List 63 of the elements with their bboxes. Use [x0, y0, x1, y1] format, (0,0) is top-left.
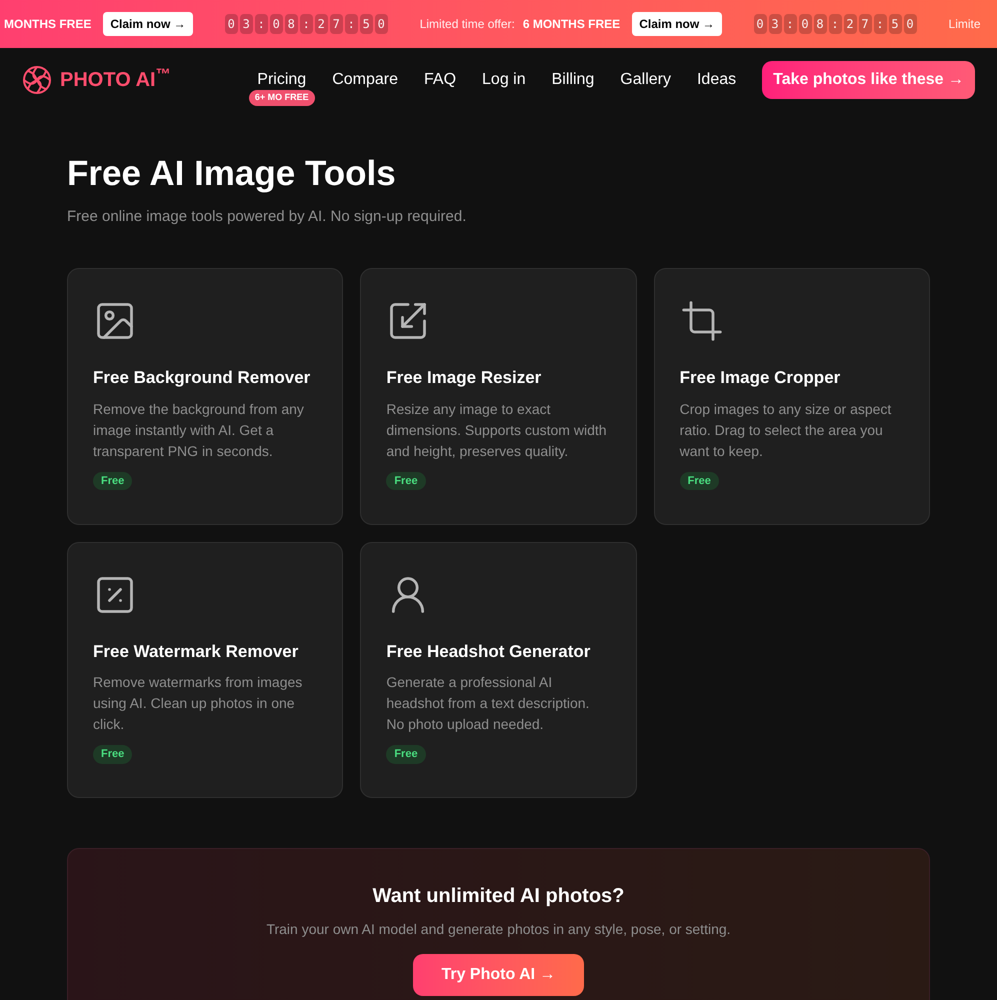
nav-link[interactable]: Gallery: [620, 68, 671, 92]
countdown-digit: 5: [888, 14, 902, 34]
tool-card[interactable]: Free Image Cropper Crop images to any size or aspect ratio. Drag to select the area you want to keep. Free: [654, 268, 930, 525]
countdown-digit: 8: [284, 14, 298, 34]
offer-value: 6 MONTHS FREE: [522, 16, 620, 33]
countdown-digit: 0: [374, 14, 388, 34]
countdown-digit: 2: [844, 14, 857, 34]
countdown-digit: 7: [858, 14, 872, 34]
countdown-digit: 0: [798, 14, 812, 34]
countdown-digit: :: [344, 14, 358, 34]
tool-description: Remove watermarks from images using AI. Clean up photos in one click.: [93, 673, 304, 734]
countdown-digit: 3: [240, 14, 253, 34]
tool-card[interactable]: Free Image Resizer Resize any image to exact dimensions. Supports custom width and height, preserves quality. Free: [360, 268, 637, 525]
crop-icon: [680, 299, 724, 344]
countdown-digit: 7: [330, 14, 343, 34]
countdown-digit: 2: [314, 14, 328, 34]
nav-link[interactable]: FAQ: [424, 68, 456, 92]
logo-text: PHOTO AI$^{™}$: [60, 65, 171, 93]
free-badge: Free: [680, 472, 719, 490]
cta-text: Train your own AI model and generate photos in any style, pose, or setting.: [266, 920, 731, 940]
countdown-digit: :: [784, 14, 797, 34]
tool-title: Free Image Resizer: [386, 367, 542, 390]
countdown-digit: 8: [814, 14, 827, 34]
tool-card[interactable]: Free Watermark Remover Remove watermarks from images using AI. Clean up photos in one click. Free: [67, 542, 344, 798]
tool-description: Remove the background from any image instantly with AI. Get a transparent PNG in seconds.: [93, 400, 305, 461]
countdown-digit: :: [828, 14, 842, 34]
logo-icon: [22, 65, 52, 95]
countdown-digit: 0: [904, 14, 917, 34]
countdown-digit: 3: [768, 14, 782, 34]
countdown-digit: 5: [360, 14, 373, 34]
countdown-digit: 0: [224, 14, 238, 34]
tool-title: Free Watermark Remover: [93, 640, 300, 663]
tool-card[interactable]: Free Background Remover Remove the background from any image instantly with AI. Get a transparent PNG in seconds. Free: [67, 268, 344, 525]
page-title: Free AI Image Tools: [67, 153, 397, 195]
offer-label: Limited time offer:: [420, 16, 515, 33]
free-badge: Free: [93, 472, 132, 490]
countdown-digit: :: [874, 14, 887, 34]
nav-link[interactable]: Pricing: [257, 68, 306, 92]
offer-label: Limite: [948, 16, 981, 33]
tool-title: Free Background Remover: [93, 367, 312, 390]
countdown-digit: 0: [754, 14, 767, 34]
claim-button[interactable]: Claim now →: [632, 12, 722, 36]
nav-link[interactable]: Ideas: [696, 68, 736, 92]
claim-button[interactable]: Claim now →: [103, 12, 193, 36]
countdown-digit: 0: [270, 14, 283, 34]
free-badge: Free: [93, 745, 132, 764]
nav-link[interactable]: Compare: [332, 68, 398, 92]
cta-title: Want unlimited AI photos?: [372, 884, 624, 910]
tool-description: Generate a professional AI headshot from a text description. No photo upload needed.: [386, 673, 590, 734]
tool-description: Crop images to any size or aspect ratio. Drag to select the area you want to keep.: [680, 400, 892, 461]
tool-title: Free Image Cropper: [680, 367, 842, 390]
offer-value: MONTHS FREE: [4, 16, 92, 33]
nav-badge: 6+ MO FREE: [248, 90, 315, 106]
countdown-digit: :: [300, 14, 313, 34]
nav-link[interactable]: Log in: [482, 68, 526, 92]
countdown-digit: :: [254, 14, 268, 34]
free-badge: Free: [386, 745, 426, 764]
free-badge: Free: [386, 472, 426, 490]
tool-description: Resize any image to exact dimensions. Supports custom width and height, preserves quality.: [386, 400, 608, 461]
page-subtitle: Free online image tools powered by AI. No sign-up required.: [67, 206, 468, 227]
tool-card[interactable]: Free Headshot Generator Generate a professional AI headshot from a text description. No photo upload needed. Free: [360, 542, 637, 798]
tool-title: Free Headshot Generator: [386, 640, 592, 663]
nav-link[interactable]: Billing: [552, 68, 594, 92]
